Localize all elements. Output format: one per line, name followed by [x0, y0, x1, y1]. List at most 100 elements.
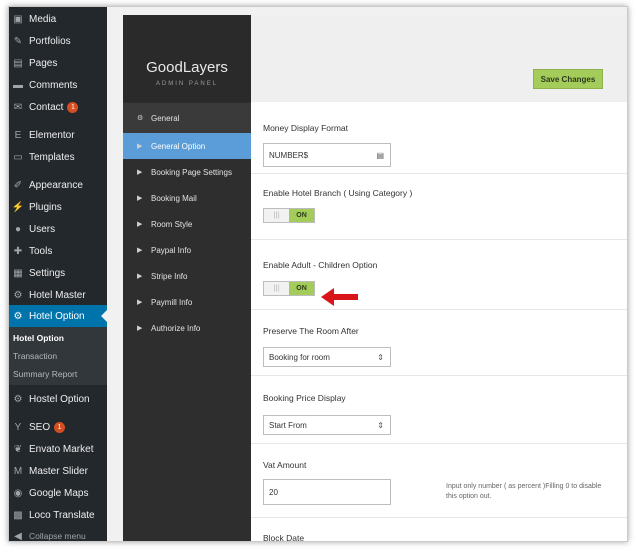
sidebar-item-hotel-option[interactable]: ⚙ Hotel Option: [9, 305, 107, 327]
sidebar-item-envato-market[interactable]: ❦ Envato Market: [9, 438, 107, 460]
chevron-right-icon: ▶: [137, 325, 143, 332]
block-date-section: Block Date: [251, 518, 627, 542]
price-display-section: Booking Price Display Start From ⇕: [251, 376, 627, 444]
pin-icon: ✎: [13, 35, 23, 47]
screenshot-frame: ▣ Media ✎ Portfolios ▤ Pages ▬ Comments ✉ Con…: [8, 6, 628, 542]
sidebar-item-appearance[interactable]: ✐ Appearance: [9, 174, 107, 196]
gear-icon: ⚙: [137, 115, 144, 122]
sidebar-item-plugins[interactable]: ⚡ Plugins: [9, 196, 107, 218]
vat-label: Vat Amount: [263, 460, 307, 470]
wp-admin-sidebar: ▣ Media ✎ Portfolios ▤ Pages ▬ Comments ✉ Con…: [9, 7, 107, 542]
sidebar-item-tools[interactable]: ✚ Tools: [9, 240, 107, 262]
brand-title: GoodLayers: [146, 59, 228, 76]
money-format-input[interactable]: NUMBER$ ▤: [263, 143, 391, 167]
menu-authorize-info[interactable]: ▶ Authorize Info: [123, 315, 251, 341]
menu-general[interactable]: ⚙ General: [123, 103, 251, 133]
money-format-section: Money Display Format NUMBER$ ▤: [251, 102, 627, 174]
hotel-branch-label: Enable Hotel Branch ( Using Category ): [263, 188, 413, 198]
hotel-branch-toggle[interactable]: ||| ON: [263, 208, 315, 223]
slider-icon: M: [13, 465, 23, 477]
wrench-icon: ✚: [13, 245, 23, 257]
chevron-right-icon: ▶: [137, 195, 143, 202]
settings-icon: ▦: [13, 267, 23, 279]
sidebar-item-comments[interactable]: ▬ Comments: [9, 74, 107, 96]
vat-section: Vat Amount 20 Input only number ( as per…: [251, 444, 627, 518]
user-icon: ●: [14, 223, 22, 235]
sidebar-item-pages[interactable]: ▤ Pages: [9, 52, 107, 74]
menu-paymill-info[interactable]: ▶ Paymill Info: [123, 289, 251, 315]
field-menu-icon: ▤: [376, 150, 384, 160]
mail-icon: ✉: [13, 101, 23, 113]
sidebar-item-contact[interactable]: ✉ Contact 1: [9, 96, 107, 118]
sidebar-item-elementor[interactable]: Ε Elementor: [9, 124, 107, 146]
seo-count-badge: 1: [54, 421, 66, 433]
brand-subtitle: ADMIN PANEL: [155, 81, 219, 87]
menu-booking-page-settings[interactable]: ▶ Booking Page Settings: [123, 159, 251, 185]
sidebar-item-templates[interactable]: ▭ Templates: [9, 146, 107, 168]
chevron-right-icon: ▶: [137, 143, 143, 150]
select-arrows-icon: ⇕: [377, 352, 384, 362]
chevron-right-icon: ▶: [137, 273, 143, 280]
yoast-icon: Y: [14, 421, 22, 433]
sidebar-item-users[interactable]: ● Users: [9, 218, 107, 240]
sidebar-item-hotel-master[interactable]: ⚙ Hotel Master: [9, 284, 107, 306]
sidebar-item-google-maps[interactable]: ◉ Google Maps: [9, 482, 107, 504]
menu-room-style[interactable]: ▶ Room Style: [123, 211, 251, 237]
sidebar-item-loco-translate[interactable]: ▩ Loco Translate: [9, 504, 107, 526]
hotel-branch-section: Enable Hotel Branch ( Using Category ) |…: [251, 174, 627, 306]
price-display-select[interactable]: Start From ⇕: [263, 415, 391, 435]
settings-content: Money Display Format NUMBER$ ▤ Enable Ho…: [251, 102, 627, 542]
preserve-room-section: Preserve The Room After Booking for room…: [251, 310, 627, 376]
save-changes-button[interactable]: Save Changes: [533, 69, 603, 89]
money-format-label: Money Display Format: [263, 123, 349, 133]
toggle-handle: |||: [264, 209, 289, 222]
block-date-label: Block Date: [263, 533, 305, 542]
menu-stripe-info[interactable]: ▶ Stripe Info: [123, 263, 251, 289]
chevron-right-icon: ▶: [137, 299, 143, 306]
select-arrows-icon: ⇕: [377, 420, 384, 430]
chevron-right-icon: ▶: [137, 247, 143, 254]
page-icon: ▤: [13, 57, 23, 69]
menu-booking-mail[interactable]: ▶ Booking Mail: [123, 185, 251, 211]
gear-icon: ⚙: [13, 310, 23, 322]
submenu-hotel-option[interactable]: Hotel Option: [13, 333, 64, 343]
collapse-icon: ◀: [14, 530, 22, 542]
plug-icon: ⚡: [11, 201, 25, 213]
globe-icon: ◉: [13, 487, 23, 499]
collapse-menu-button[interactable]: ◀ Collapse menu: [9, 525, 107, 542]
hotel-option-submenu: Hotel Option Transaction Summary Report: [9, 327, 107, 385]
folder-icon: ▭: [13, 151, 23, 163]
sidebar-item-seo[interactable]: Y SEO 1: [9, 416, 107, 438]
gear-icon: ⚙: [13, 289, 23, 301]
contact-count-badge: 1: [67, 101, 79, 113]
gear-icon: ⚙: [13, 393, 23, 405]
adult-children-toggle[interactable]: ||| ON: [263, 281, 315, 296]
loco-icon: ▩: [13, 509, 23, 521]
menu-paypal-info[interactable]: ▶ Paypal Info: [123, 237, 251, 263]
sidebar-item-portfolios[interactable]: ✎ Portfolios: [9, 30, 107, 52]
vat-amount-input[interactable]: 20: [263, 479, 391, 505]
sidebar-item-settings[interactable]: ▦ Settings: [9, 262, 107, 284]
preserve-room-label: Preserve The Room After: [263, 326, 359, 336]
media-icon: ▣: [13, 13, 23, 25]
vat-hint: Input only number ( as percent )Filling …: [446, 483, 602, 500]
chevron-right-icon: ▶: [137, 169, 143, 176]
elementor-icon: Ε: [14, 129, 22, 141]
adult-children-section: Enable Adult - Children Option ||| ON: [251, 240, 627, 310]
envato-icon: ❦: [13, 443, 23, 455]
adult-children-label: Enable Adult - Children Option: [263, 260, 378, 270]
submenu-summary-report[interactable]: Summary Report: [13, 369, 77, 379]
brush-icon: ✐: [13, 179, 23, 191]
preserve-room-select[interactable]: Booking for room ⇕: [263, 347, 391, 367]
menu-general-option[interactable]: ▶ General Option: [123, 133, 258, 159]
price-display-label: Booking Price Display: [263, 393, 346, 403]
goodlayers-header: GoodLayers ADMIN PANEL: [123, 15, 251, 102]
submenu-transaction[interactable]: Transaction: [13, 351, 57, 361]
panel-top-bar: Save Changes: [251, 15, 627, 102]
chevron-right-icon: ▶: [137, 221, 143, 228]
sidebar-item-master-slider[interactable]: M Master Slider: [9, 460, 107, 482]
sidebar-item-hostel-option[interactable]: ⚙ Hostel Option: [9, 388, 107, 410]
toggle-handle: |||: [264, 282, 289, 295]
sidebar-item-media[interactable]: ▣ Media: [9, 8, 107, 30]
comment-icon: ▬: [13, 79, 23, 91]
